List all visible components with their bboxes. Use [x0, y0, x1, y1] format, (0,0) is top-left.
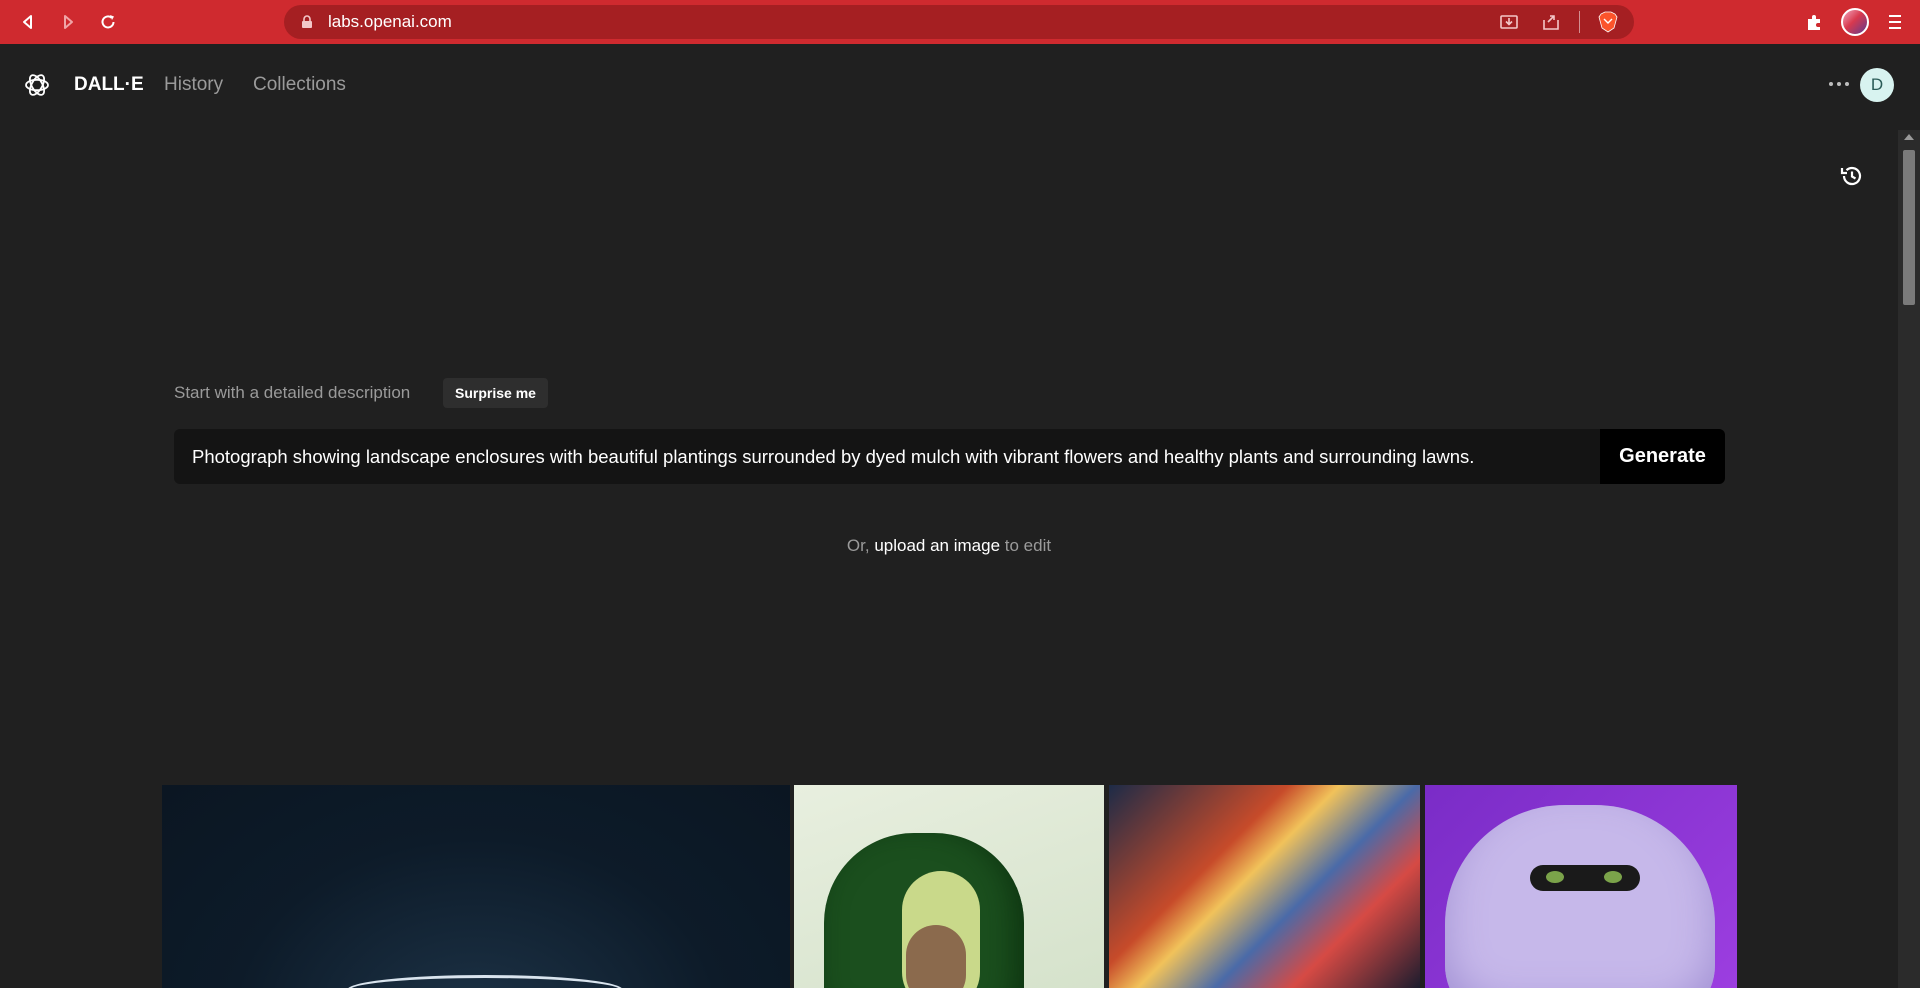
- upload-hint: Or, upload an image to edit: [0, 536, 1898, 556]
- surprise-me-button[interactable]: Surprise me: [443, 378, 548, 408]
- brave-shields-button[interactable]: [1590, 5, 1626, 39]
- scroll-up-arrow-icon[interactable]: [1904, 134, 1914, 140]
- address-bar[interactable]: labs.openai.com: [284, 5, 1634, 39]
- extensions-button[interactable]: [1800, 7, 1830, 37]
- reload-icon: [101, 15, 115, 29]
- install-icon: [1500, 15, 1518, 29]
- back-icon: [23, 15, 32, 29]
- forward-button[interactable]: [48, 0, 88, 44]
- reload-button[interactable]: [88, 0, 128, 44]
- nav-history[interactable]: History: [164, 74, 223, 96]
- page-scrollbar[interactable]: [1898, 130, 1920, 988]
- gallery-image[interactable]: [794, 785, 1104, 988]
- more-horizontal-icon: [1829, 82, 1849, 86]
- lock-icon: [302, 15, 312, 28]
- profile-avatar: [1841, 8, 1869, 36]
- divider: [1579, 11, 1580, 33]
- prompt-input[interactable]: [174, 429, 1600, 484]
- gallery-image[interactable]: [162, 785, 790, 988]
- generate-button[interactable]: Generate: [1600, 429, 1725, 484]
- share-icon: [1543, 15, 1559, 30]
- back-button[interactable]: [8, 0, 48, 44]
- nav-dalle[interactable]: DALL·E: [74, 74, 144, 96]
- profile-button[interactable]: [1840, 7, 1870, 37]
- prompt-box: Generate: [174, 429, 1725, 484]
- url-text: labs.openai.com: [328, 12, 452, 31]
- scroll-thumb[interactable]: [1903, 150, 1915, 305]
- upload-image-link[interactable]: upload an image: [874, 536, 1000, 555]
- history-icon[interactable]: [1838, 162, 1866, 190]
- hamburger-menu-icon: [1889, 15, 1901, 29]
- browser-toolbar: labs.openai.com: [0, 0, 1920, 44]
- brave-lion-icon: [1598, 11, 1618, 33]
- openai-logo-icon[interactable]: [22, 70, 52, 100]
- gallery-image[interactable]: [1425, 785, 1737, 988]
- more-options-button[interactable]: [1823, 68, 1855, 100]
- user-avatar[interactable]: D: [1860, 68, 1894, 102]
- app-header: DALL·E History Collections D: [0, 44, 1920, 124]
- install-app-button[interactable]: [1491, 5, 1527, 39]
- upload-prefix: Or,: [846, 536, 870, 555]
- nav-collections[interactable]: Collections: [253, 74, 346, 96]
- browser-menu-button[interactable]: [1880, 7, 1910, 37]
- forward-icon: [64, 15, 73, 29]
- share-button[interactable]: [1533, 5, 1569, 39]
- upload-suffix: to edit: [1004, 536, 1052, 555]
- gallery-image[interactable]: [1109, 785, 1420, 988]
- prompt-label: Start with a detailed description: [174, 383, 411, 402]
- puzzle-icon: [1808, 15, 1820, 30]
